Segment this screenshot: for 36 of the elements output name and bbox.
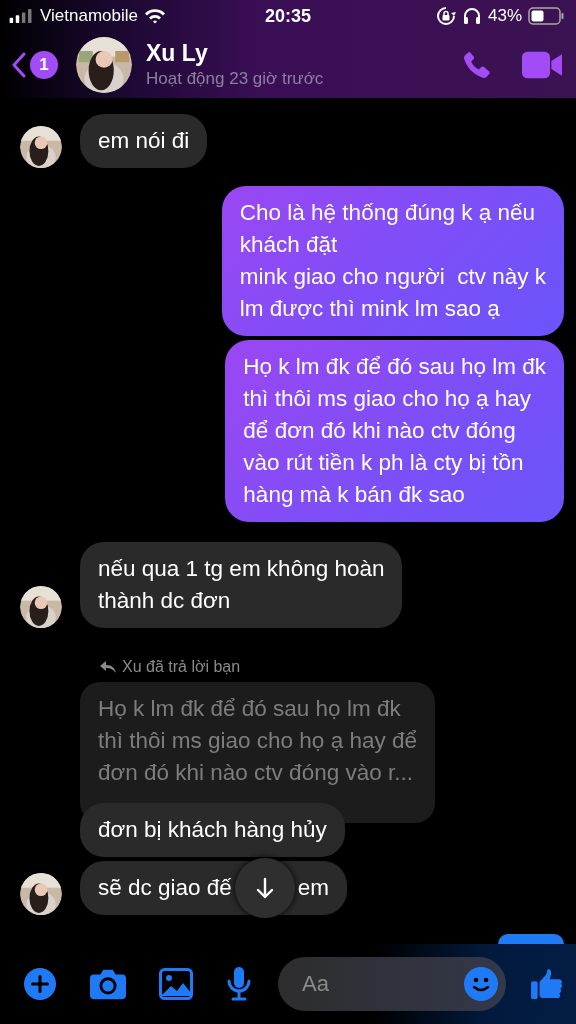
wifi-icon xyxy=(144,8,166,24)
reply-label: Xu đã trả lời bạn xyxy=(122,658,241,676)
back-button[interactable]: 1 xyxy=(12,51,58,79)
received-message: nếu qua 1 tg em không hoàn thành dc đơn xyxy=(80,542,403,628)
add-button[interactable] xyxy=(22,968,58,1000)
image-icon xyxy=(158,968,194,1000)
smiley-icon xyxy=(464,967,498,1001)
unread-badge: 1 xyxy=(30,51,58,79)
received-message: em nói đi xyxy=(80,114,208,168)
signal-icon xyxy=(8,9,34,23)
sent-message xyxy=(498,934,564,944)
microphone-button[interactable] xyxy=(226,967,252,1001)
arrow-down-icon xyxy=(254,877,275,899)
activity-status: Hoạt động 23 giờ trước xyxy=(146,68,325,90)
video-camera-icon xyxy=(522,51,562,79)
contact-name: Xu Ly xyxy=(146,39,209,67)
message-text: sẽ dc giao đế xyxy=(98,874,232,902)
video-call-button[interactable] xyxy=(522,51,562,79)
rotation-lock-icon xyxy=(435,6,456,26)
camera-icon xyxy=(90,968,126,1000)
message-text: em xyxy=(297,874,330,902)
sent-message: Cho là hệ thống đúng k ạ nếu khách đặt mink giao cho người ctv này k lm được thì mink lm sao ạ xyxy=(221,186,564,336)
battery-icon xyxy=(528,7,564,25)
camera-button[interactable] xyxy=(90,968,126,1000)
gallery-button[interactable] xyxy=(158,968,194,1000)
sent-message: Họ k lm đk để đó sau họ lm đk thì thôi ms giao cho họ ạ hay để đơn đó khi nào ctv đóng vào rút tiền k ph là cty bị tồn hàng mà k bán đk sao xyxy=(225,340,564,522)
clock-time: 20:35 xyxy=(265,5,311,27)
headphones-icon xyxy=(461,6,482,26)
reply-icon xyxy=(100,661,116,673)
battery-percent: 43% xyxy=(487,6,522,26)
carrier-name: Vietnamobile xyxy=(40,6,138,26)
microphone-icon xyxy=(226,967,252,1001)
message-input-field[interactable]: Aa xyxy=(278,957,506,1011)
plus-icon xyxy=(22,968,58,1000)
chevron-left-icon xyxy=(12,52,26,78)
scroll-down-button[interactable] xyxy=(234,858,295,918)
